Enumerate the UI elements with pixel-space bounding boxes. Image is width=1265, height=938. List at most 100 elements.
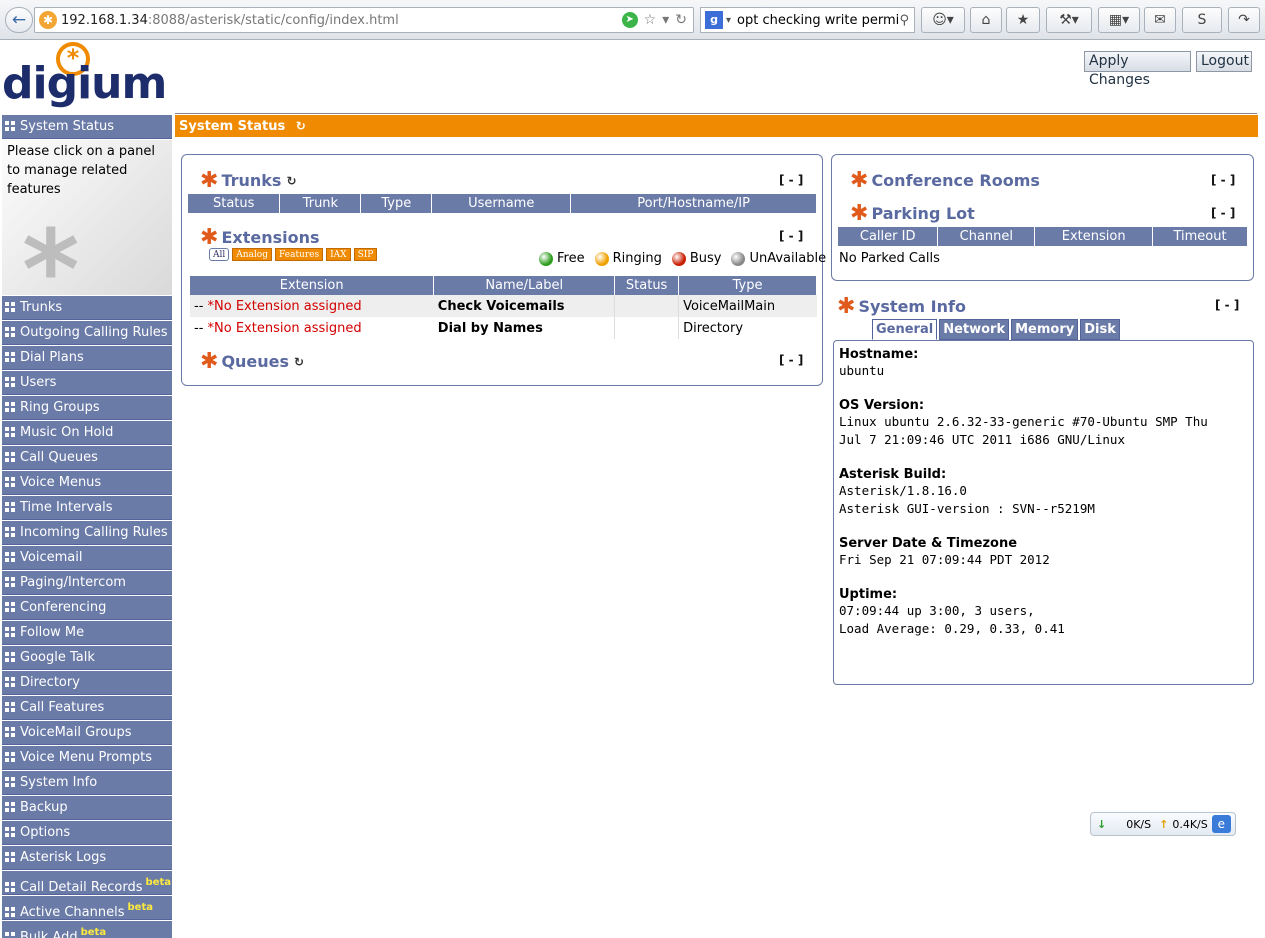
extensions-collapse-button[interactable]: [ - ]	[779, 229, 803, 243]
refresh-icon[interactable]: ↻	[675, 12, 687, 28]
sidebar-item-voice-menus[interactable]: Voice Menus	[2, 471, 172, 495]
tab-disk[interactable]: Disk	[1080, 319, 1120, 340]
bookmark-star-icon[interactable]: ☆	[644, 12, 657, 28]
sidebar-item-call-detail-records[interactable]: Call Detail Records beta	[2, 871, 172, 895]
sidebar-item-dial-plans[interactable]: Dial Plans	[2, 346, 172, 370]
sidebar-item-incoming-calling-rules[interactable]: Incoming Calling Rules	[2, 521, 172, 545]
parking-collapse-button[interactable]: [ - ]	[1211, 206, 1235, 220]
home-icon[interactable]: ⌂	[970, 7, 1002, 33]
asterisk-icon: ✱	[200, 348, 219, 374]
system-info-title[interactable]: ✱ System Info	[837, 293, 966, 319]
google-icon[interactable]: g	[705, 11, 723, 29]
sidebar-item-time-intervals[interactable]: Time Intervals	[2, 496, 172, 520]
filter-iax-button[interactable]: IAX	[326, 248, 351, 261]
sidebar-item-voice-menu-prompts[interactable]: Voice Menu Prompts	[2, 746, 172, 770]
sidebar-item-options[interactable]: Options	[2, 821, 172, 845]
asterisk-icon: ✱	[837, 293, 856, 319]
sidebar-item-active-channels[interactable]: Active Channels beta	[2, 896, 172, 920]
upload-speed: 0.4K/S	[1172, 817, 1208, 831]
ie-icon[interactable]: e	[1211, 815, 1231, 833]
bookmarks-icon[interactable]: ★	[1006, 7, 1040, 33]
sidebar-item-system-status[interactable]: System Status	[2, 115, 172, 139]
mail-icon[interactable]: ✉	[1144, 7, 1176, 33]
grid-icon	[5, 882, 17, 892]
info-section-asterisk-build: Asterisk Build: Asterisk/1.8.16.0 Asteris…	[839, 467, 1248, 518]
sidebar-item-directory[interactable]: Directory	[2, 671, 172, 695]
extensions-title[interactable]: ✱ Extensions	[200, 224, 320, 250]
share-icon[interactable]: ↷	[1228, 7, 1260, 33]
sidebar-item-call-queues[interactable]: Call Queues	[2, 446, 172, 470]
filter-features-button[interactable]: Features	[275, 248, 324, 261]
grid-icon	[5, 577, 17, 587]
tab-general[interactable]: General	[872, 319, 938, 340]
sidebar-item-backup[interactable]: Backup	[2, 796, 172, 820]
grid-icon	[5, 827, 17, 837]
trunks-collapse-button[interactable]: [ - ]	[779, 173, 803, 187]
search-input[interactable]: opt checking write permiss	[737, 13, 899, 28]
download-speed: 0K/S	[1126, 817, 1152, 831]
parking-lot-title[interactable]: ✱ Parking Lot	[850, 202, 975, 224]
table-row[interactable]: -- *No Extension assigned Check Voicemail…	[190, 295, 817, 317]
asterisk-icon: ✱	[850, 167, 869, 193]
search-engine-dropdown-icon[interactable]: ▾	[726, 15, 731, 26]
column-header-extension: Extension	[190, 276, 435, 295]
system-info-collapse-button[interactable]: [ - ]	[1215, 298, 1239, 312]
sidebar-item-asterisk-logs[interactable]: Asterisk Logs	[2, 846, 172, 870]
conference-collapse-button[interactable]: [ - ]	[1211, 173, 1235, 187]
queues-collapse-button[interactable]: [ - ]	[779, 353, 803, 367]
status-free-icon	[539, 251, 553, 266]
extensions-table: Extension Name/Label Status Type -- *No Ext…	[190, 276, 817, 339]
info-value: Asterisk/1.8.16.0 Asterisk GUI-version :…	[839, 483, 1095, 516]
grid-icon	[5, 627, 17, 637]
extension-cell: -- *No Extension assigned	[194, 320, 362, 336]
apply-changes-button[interactable]: Apply Changes	[1084, 51, 1191, 88]
column-header-caller-id: Caller ID	[838, 227, 939, 246]
queues-title[interactable]: ✱ Queues ↻	[200, 348, 304, 374]
extension-filters: All Analog Features IAX SIP	[209, 248, 380, 261]
conference-rooms-title[interactable]: ✱ Conference Rooms	[850, 167, 1040, 193]
sidebar-item-conferencing[interactable]: Conferencing	[2, 596, 172, 620]
back-icon[interactable]: ←	[5, 7, 33, 33]
search-icon[interactable]: ⚲	[899, 13, 909, 28]
filter-analog-button[interactable]: Analog	[232, 248, 272, 261]
sidebar-item-voicemail-groups[interactable]: VoiceMail Groups	[2, 721, 172, 745]
sidebar-item-outgoing-calling-rules[interactable]: Outgoing Calling Rules	[2, 321, 172, 345]
legend-label: Busy	[689, 251, 722, 266]
beta-badge: beta	[145, 877, 171, 888]
filter-all-button[interactable]: All	[209, 248, 230, 261]
sidebar-item-music-on-hold[interactable]: Music On Hold	[2, 421, 172, 445]
trunks-table: Status Trunk Type Username Port/Hostname/IP	[188, 194, 817, 213]
table-row[interactable]: -- *No Extension assigned Dial by Names Di…	[190, 317, 817, 339]
sidebar-item-users[interactable]: Users	[2, 371, 172, 395]
apps-icon[interactable]: ▦▾	[1098, 7, 1140, 33]
address-bar[interactable]: ✱ 192.168.1.34:8088/asterisk/static/conf…	[34, 7, 694, 33]
sidebar-item-paging-intercom[interactable]: Paging/Intercom	[2, 571, 172, 595]
address-url[interactable]: 192.168.1.34:8088/asterisk/static/config…	[61, 13, 622, 28]
sidebar-item-ring-groups[interactable]: Ring Groups	[2, 396, 172, 420]
beta-badge: beta	[127, 902, 153, 913]
tools-icon[interactable]: ⚒▾	[1046, 7, 1092, 33]
tab-memory[interactable]: Memory	[1011, 319, 1079, 340]
sidebar-item-follow-me[interactable]: Follow Me	[2, 621, 172, 645]
refresh-icon[interactable]: ↻	[294, 355, 304, 369]
sidebar-item-voicemail[interactable]: Voicemail	[2, 546, 172, 570]
sidebar-item-google-talk[interactable]: Google Talk	[2, 646, 172, 670]
refresh-icon[interactable]: ↻	[296, 119, 306, 133]
dropdown-arrow-icon[interactable]: ▾	[662, 12, 669, 28]
column-header-channel: Channel	[937, 227, 1036, 246]
asterisk-icon: ✱	[200, 224, 219, 250]
tab-network[interactable]: Network	[939, 319, 1010, 340]
search-bar[interactable]: g ▾ opt checking write permiss ⚲	[700, 7, 915, 33]
sidebar-item-system-info[interactable]: System Info	[2, 771, 172, 795]
sidebar-item-trunks[interactable]: Trunks	[2, 296, 172, 320]
trunks-title[interactable]: ✱ Trunks ↻	[200, 169, 297, 191]
filter-sip-button[interactable]: SIP	[353, 248, 378, 261]
smiley-addon-icon[interactable]: ☺▾	[921, 7, 965, 33]
sidebar-item-bulk-add[interactable]: Bulk Add beta	[2, 921, 172, 938]
skype-icon[interactable]: S	[1182, 7, 1222, 33]
refresh-icon[interactable]: ↻	[286, 174, 296, 188]
logout-button[interactable]: Logout	[1196, 51, 1252, 72]
grid-icon	[5, 907, 17, 917]
sidebar-item-call-features[interactable]: Call Features	[2, 696, 172, 720]
go-icon[interactable]: ➤	[621, 12, 638, 28]
